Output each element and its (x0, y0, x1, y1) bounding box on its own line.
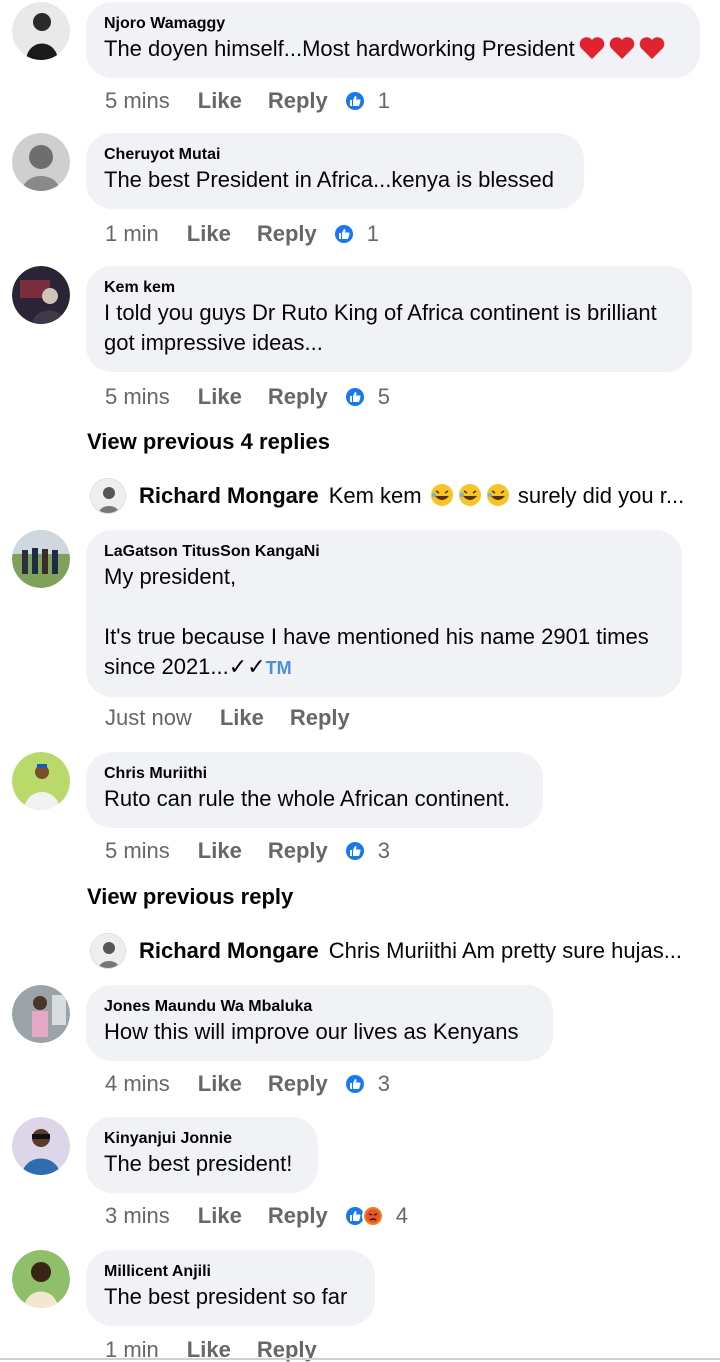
avatar[interactable] (12, 530, 70, 588)
reaction-count: 1 (366, 221, 379, 246)
like-button[interactable]: Like (187, 221, 231, 247)
comment-actions: 5 mins Like Reply 1 (105, 86, 390, 116)
comment-actions: Just now Like Reply (105, 703, 350, 733)
commenter-name[interactable]: Kinyanjui Jonnie (104, 1129, 300, 1149)
reply-preview-text: Kem kem surely did you r... (328, 483, 685, 508)
comment-bubble: Jones Maundu Wa Mbaluka How this will im… (86, 985, 553, 1061)
avatar[interactable] (12, 2, 70, 60)
reactions-summary[interactable]: 3 (343, 838, 390, 864)
thumbs-up-icon (343, 90, 366, 112)
timestamp[interactable]: 5 mins (105, 88, 170, 114)
commenter-name[interactable]: LaGatson TitusSon KangaNi (104, 542, 664, 562)
reactions-summary[interactable]: 1 (343, 88, 390, 114)
laughing-face-icon (430, 484, 453, 506)
comment-text: The best President in Africa...kenya is … (104, 167, 555, 192)
avatar (90, 478, 126, 514)
heart-icon (579, 37, 605, 59)
comment-actions: 5 mins Like Reply 3 (105, 836, 390, 866)
reply-preview[interactable]: Richard Mongare Chris Muriithi Am pretty… (90, 931, 700, 971)
avatar[interactable] (12, 133, 70, 191)
commenter-name[interactable]: Kem kem (104, 278, 674, 298)
angry-face-icon (361, 1205, 384, 1227)
thumbs-up-icon (343, 1073, 366, 1095)
view-previous-replies-link[interactable]: View previous 4 replies (87, 429, 330, 455)
comment-actions: 1 min Like Reply 1 (105, 219, 379, 249)
view-previous-replies-link[interactable]: View previous reply (87, 884, 293, 910)
timestamp[interactable]: 5 mins (105, 384, 170, 410)
comment-text: The doyen himself...Most hardworking Pre… (104, 34, 682, 64)
comment-text: I told you guys Dr Ruto King of Africa c… (104, 300, 657, 355)
thumbs-up-icon (343, 386, 366, 408)
reply-button[interactable]: Reply (268, 1203, 328, 1229)
reactions-summary[interactable]: 1 (332, 221, 379, 247)
comment-bubble: Chris Muriithi Ruto can rule the whole A… (86, 752, 543, 828)
reply-preview-text: Chris Muriithi Am pretty sure hujas... (328, 938, 683, 963)
comment-text: My president, It's true because I have m… (104, 564, 649, 679)
comment-actions: 5 mins Like Reply 5 (105, 382, 390, 412)
timestamp[interactable]: 5 mins (105, 838, 170, 864)
commenter-name[interactable]: Millicent Anjili (104, 1262, 357, 1282)
comment-text: Ruto can rule the whole African continen… (104, 786, 511, 811)
heart-icon (639, 37, 665, 59)
trademark-mark: TM (265, 658, 292, 678)
avatar[interactable] (12, 752, 70, 810)
reaction-count: 5 (377, 384, 390, 409)
reply-button[interactable]: Reply (257, 221, 317, 247)
like-button[interactable]: Like (220, 705, 264, 731)
avatar (90, 933, 126, 969)
commenter-name[interactable]: Chris Muriithi (104, 764, 525, 784)
thumbs-up-icon (343, 840, 366, 862)
laughing-face-icon (486, 484, 509, 506)
like-button[interactable]: Like (198, 384, 242, 410)
like-button[interactable]: Like (198, 1071, 242, 1097)
reply-button[interactable]: Reply (268, 1071, 328, 1097)
reaction-count: 3 (377, 1071, 390, 1096)
comment-actions: 3 mins Like Reply 4 (105, 1201, 408, 1231)
avatar[interactable] (12, 266, 70, 324)
comment-bubble: Cheruyot Mutai The best President in Afr… (86, 133, 584, 209)
comment-bubble: Millicent Anjili The best president so f… (86, 1250, 375, 1326)
timestamp[interactable]: 3 mins (105, 1203, 170, 1229)
commenter-name[interactable]: Njoro Wamaggy (104, 14, 682, 34)
commenter-name[interactable]: Cheruyot Mutai (104, 145, 566, 165)
comment-bubble: LaGatson TitusSon KangaNi My president, … (86, 530, 682, 697)
reaction-count: 1 (377, 88, 390, 113)
reply-author-name[interactable]: Richard Mongare (139, 483, 319, 509)
thumbs-up-icon (332, 223, 355, 245)
reply-author-name[interactable]: Richard Mongare (139, 938, 319, 964)
avatar[interactable] (12, 985, 70, 1043)
timestamp[interactable]: 1 min (105, 221, 159, 247)
reaction-count: 3 (377, 838, 390, 863)
divider (0, 1358, 720, 1360)
avatar[interactable] (12, 1250, 70, 1308)
commenter-name[interactable]: Jones Maundu Wa Mbaluka (104, 997, 535, 1017)
reply-button[interactable]: Reply (268, 838, 328, 864)
comment-text: How this will improve our lives as Kenya… (104, 1019, 519, 1044)
comment-bubble: Kinyanjui Jonnie The best president! (86, 1117, 318, 1193)
laughing-face-icon (458, 484, 481, 506)
avatar[interactable] (12, 1117, 70, 1175)
comment-bubble: Kem kem I told you guys Dr Ruto King of … (86, 266, 692, 372)
comment-text: The best president! (104, 1151, 293, 1176)
reply-button[interactable]: Reply (290, 705, 350, 731)
reactions-summary[interactable]: 3 (343, 1071, 390, 1097)
reactions-summary[interactable]: 5 (343, 384, 390, 410)
like-button[interactable]: Like (198, 88, 242, 114)
reply-button[interactable]: Reply (268, 384, 328, 410)
reply-button[interactable]: Reply (268, 88, 328, 114)
timestamp[interactable]: Just now (105, 705, 192, 731)
reply-preview[interactable]: Richard Mongare Kem kem surely did you r… (90, 476, 700, 516)
reactions-summary[interactable]: 4 (343, 1203, 408, 1229)
comment-bubble: Njoro Wamaggy The doyen himself...Most h… (86, 2, 700, 78)
like-button[interactable]: Like (198, 838, 242, 864)
comment-actions: 4 mins Like Reply 3 (105, 1069, 390, 1099)
heart-icon (609, 37, 635, 59)
reaction-count: 4 (395, 1203, 408, 1228)
like-button[interactable]: Like (198, 1203, 242, 1229)
comment-text: The best president so far (104, 1284, 348, 1309)
timestamp[interactable]: 4 mins (105, 1071, 170, 1097)
